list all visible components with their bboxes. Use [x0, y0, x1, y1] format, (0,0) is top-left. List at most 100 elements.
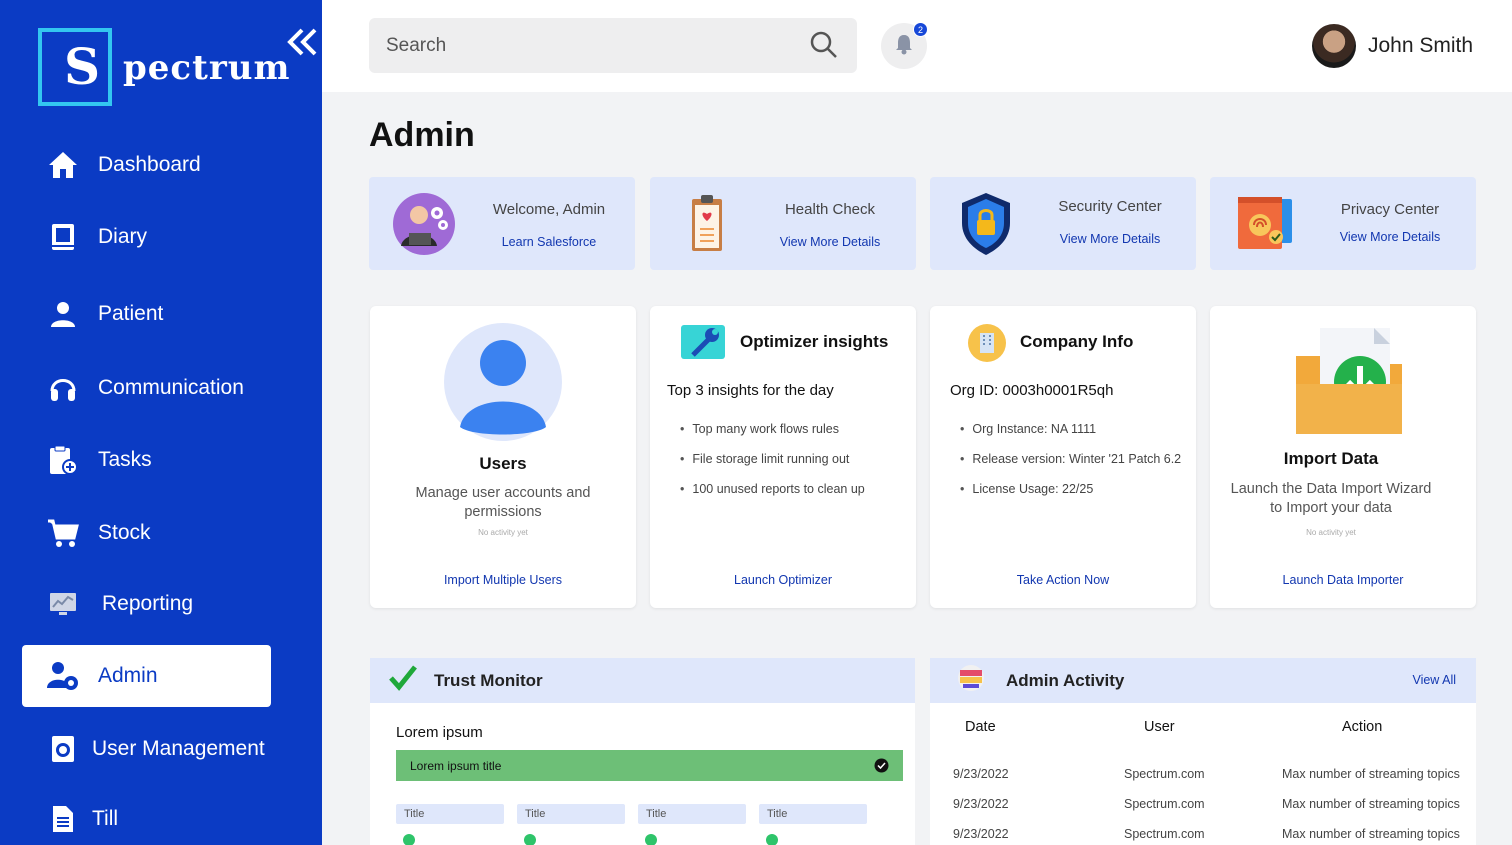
sidebar-item-label: Reporting [102, 592, 194, 615]
logo-letter: S [64, 37, 101, 96]
notification-badge: 2 [913, 22, 928, 37]
checkmark-icon [388, 664, 418, 697]
card-title: Health Check [784, 201, 876, 218]
user-menu[interactable]: John Smith [1312, 24, 1473, 68]
column-header-action: Action [1342, 719, 1383, 735]
status-dot-icon [645, 834, 657, 845]
welcome-card: Welcome, Admin Learn Salesforce [369, 177, 635, 270]
section-label: Lorem ipsum [396, 724, 483, 741]
tile-title: Import Data [1283, 449, 1379, 468]
collapse-sidebar-icon[interactable] [284, 26, 320, 58]
panel-header: Admin Activity View All [930, 658, 1476, 703]
user-avatar-icon [444, 323, 562, 446]
sidebar-item-admin[interactable]: Admin [22, 645, 271, 707]
sidebar-item-diary[interactable]: Diary [22, 206, 271, 268]
page-title: Admin [369, 116, 475, 154]
mini-card-title: Title [396, 804, 504, 824]
tile-title: Company Info [1020, 332, 1134, 351]
admin-avatar-icon [391, 191, 457, 257]
clipboard-add-icon [46, 443, 80, 477]
sidebar-item-stock[interactable]: Stock [22, 502, 271, 564]
learn-salesforce-link[interactable]: Learn Salesforce [469, 235, 629, 249]
sidebar-item-till[interactable]: Till [22, 788, 271, 845]
card-title: Security Center [1058, 198, 1162, 215]
list-item: 100 unused reports to clean up [680, 482, 864, 496]
health-check-card: Health Check View More Details [650, 177, 916, 270]
cell-user: Spectrum.com [1124, 767, 1205, 781]
privacy-center-details-link[interactable]: View More Details [1310, 230, 1470, 244]
users-tile: Users Manage user accounts and permissio… [370, 306, 636, 608]
security-center-details-link[interactable]: View More Details [1030, 232, 1190, 246]
search-icon[interactable] [809, 30, 839, 65]
privacy-center-card: Privacy Center View More Details [1210, 177, 1476, 270]
import-data-tile: Import Data Launch the Data Import Wizar… [1210, 306, 1476, 608]
user-name: John Smith [1368, 34, 1474, 57]
sidebar-item-communication[interactable]: Communication [22, 357, 271, 419]
view-all-link[interactable]: View All [1412, 673, 1456, 687]
search-box [369, 18, 857, 73]
sidebar-item-tasks[interactable]: Tasks [22, 429, 271, 491]
top-bar: 2 John Smith [322, 0, 1512, 92]
tile-subtitle: Org ID: 0003h0001R5qh [950, 382, 1114, 399]
bell-icon [894, 33, 914, 60]
home-icon [46, 148, 80, 182]
card-title: Welcome, Admin [492, 201, 606, 218]
fingerprint-icon [1232, 191, 1298, 257]
sidebar-item-patient[interactable]: Patient [22, 283, 271, 345]
status-bar[interactable]: Lorem ipsum title [396, 750, 903, 781]
panel-title: Trust Monitor [434, 670, 543, 690]
cell-date: 9/23/2022 [953, 827, 1009, 841]
user-management-icon [46, 732, 80, 766]
building-icon [968, 324, 1006, 367]
status-bar-label: Lorem ipsum title [410, 758, 502, 773]
tile-title: Optimizer insights [740, 332, 889, 351]
launch-optimizer-link[interactable]: Launch Optimizer [650, 573, 916, 587]
list-item: Top many work flows rules [680, 422, 865, 436]
cell-action: Max number of streaming topics [1282, 827, 1460, 841]
trust-monitor-panel: Trust Monitor Lorem ipsum Lorem ipsum ti… [370, 658, 915, 845]
sidebar-item-label: Diary [98, 225, 148, 248]
mini-card-title: Title [638, 804, 746, 824]
insights-list: Top many work flows rules File storage l… [680, 422, 865, 512]
wrench-icon [681, 325, 725, 364]
company-info-list: Org Instance: NA 1111 Release version: W… [960, 422, 1181, 512]
sidebar-item-user-management[interactable]: User Management [22, 718, 271, 780]
status-dot-icon [403, 834, 415, 845]
list-item: File storage limit running out [680, 452, 865, 466]
activity-icon [956, 664, 986, 697]
check-circle-icon [874, 758, 889, 776]
tile-title: Users [479, 454, 527, 473]
book-icon [46, 220, 80, 254]
shield-lock-icon [952, 191, 1018, 257]
cell-action: Max number of streaming topics [1282, 797, 1460, 811]
status-dot-icon [766, 834, 778, 845]
monitor-chart-icon [46, 587, 80, 621]
sidebar-item-label: Admin [98, 664, 158, 687]
import-users-link[interactable]: Import Multiple Users [370, 573, 636, 587]
tile-note: No activity yet [1306, 528, 1356, 537]
list-item: Release version: Winter '21 Patch 6.2 [960, 452, 1181, 466]
cell-user: Spectrum.com [1124, 827, 1205, 841]
take-action-link[interactable]: Take Action Now [930, 573, 1196, 587]
admin-activity-panel: Admin Activity View All Date User Action… [930, 658, 1476, 845]
mini-card-title: Title [517, 804, 625, 824]
launch-data-importer-link[interactable]: Launch Data Importer [1210, 573, 1476, 587]
cell-user: Spectrum.com [1124, 797, 1205, 811]
sidebar-item-dashboard[interactable]: Dashboard [22, 134, 271, 196]
sidebar: S pectrum Dashboard Diary Patient Commun… [0, 0, 322, 845]
spectrum-logo[interactable]: S pectrum [38, 28, 289, 110]
sidebar-item-reporting[interactable]: Reporting [22, 573, 271, 635]
search-input[interactable] [386, 34, 786, 57]
sidebar-item-label: Patient [98, 302, 164, 325]
cell-date: 9/23/2022 [953, 797, 1009, 811]
user-gear-icon [46, 659, 80, 693]
person-icon [46, 297, 80, 331]
cell-action: Max number of streaming topics [1282, 767, 1460, 781]
document-icon [46, 802, 80, 836]
tile-description: Launch the Data Import Wizard to Import … [1230, 481, 1432, 516]
health-check-details-link[interactable]: View More Details [750, 235, 910, 249]
security-center-card: Security Center View More Details [930, 177, 1196, 270]
sidebar-item-label: Stock [98, 521, 151, 544]
sidebar-item-label: Till [92, 807, 119, 830]
column-header-user: User [1144, 719, 1175, 735]
